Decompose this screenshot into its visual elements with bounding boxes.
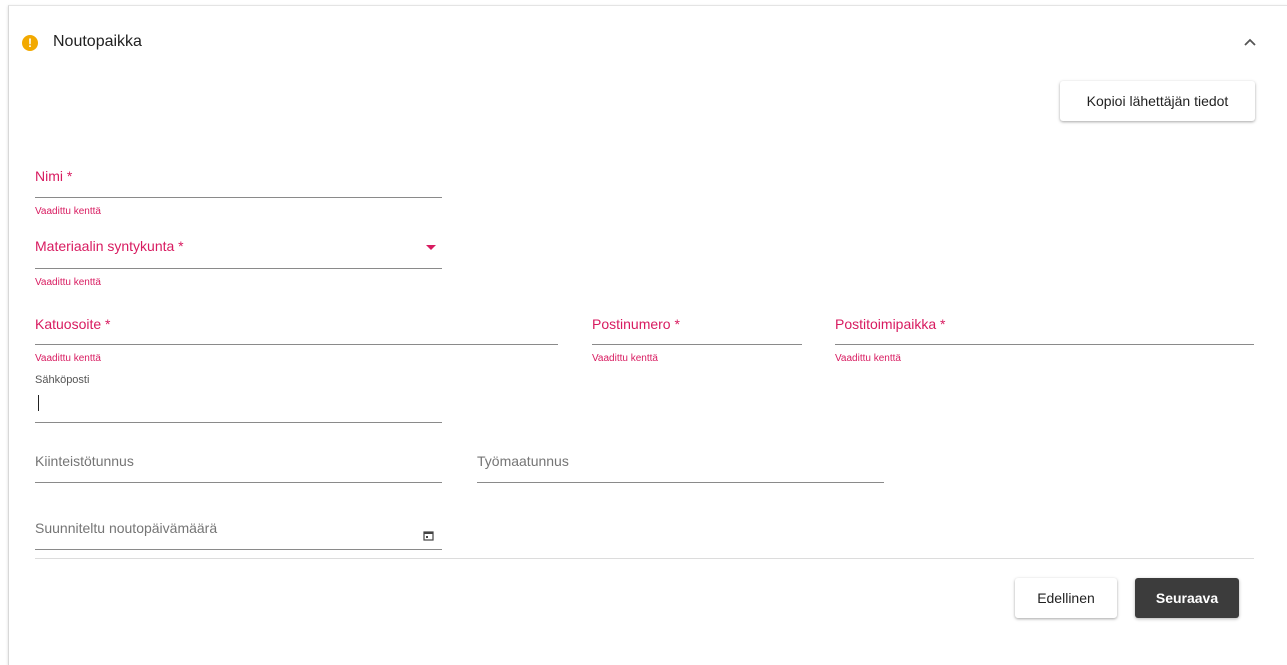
previous-button[interactable]: Edellinen [1015, 578, 1117, 618]
site-id-field[interactable]: Työmaatunnus [477, 443, 884, 487]
post-office-underline [835, 344, 1254, 345]
next-button[interactable]: Seuraava [1135, 578, 1239, 618]
text-cursor [38, 395, 39, 411]
name-helper-text: Vaadittu kenttä [35, 206, 101, 217]
material-origin-helper-text: Vaadittu kenttä [35, 277, 101, 288]
email-field[interactable]: Sähköposti [35, 372, 442, 426]
property-id-field[interactable]: Kiinteistötunnus [35, 443, 442, 487]
street-address-label: Katuosoite * [35, 316, 111, 332]
warning-icon: ! [22, 35, 38, 51]
postal-code-helper-text: Vaadittu kenttä [592, 353, 658, 364]
email-label: Sähköposti [35, 374, 90, 386]
post-office-helper-text: Vaadittu kenttä [835, 353, 901, 364]
street-address-field[interactable]: Katuosoite * Vaadittu kenttä [35, 307, 558, 367]
post-office-field[interactable]: Postitoimipaikka * Vaadittu kenttä [835, 307, 1254, 367]
dropdown-arrow-icon[interactable] [426, 245, 436, 250]
street-address-helper-text: Vaadittu kenttä [35, 353, 101, 364]
planned-date-label: Suunniteltu noutopäivämäärä [35, 520, 218, 536]
material-origin-label: Materiaalin syntykunta * [35, 238, 184, 254]
property-id-underline [35, 482, 442, 483]
chevron-up-icon[interactable] [1236, 30, 1264, 54]
section-title: Noutopaikka [53, 33, 142, 50]
material-origin-underline [35, 268, 442, 269]
copy-sender-info-button[interactable]: Kopioi lähettäjän tiedot [1060, 81, 1255, 121]
postal-code-label: Postinumero * [592, 316, 680, 332]
email-underline [35, 422, 442, 423]
postal-code-underline [592, 344, 802, 345]
planned-date-underline [35, 549, 442, 550]
material-origin-select[interactable]: Materiaalin syntykunta * Vaadittu kenttä [35, 230, 442, 290]
footer-divider [35, 558, 1254, 559]
name-field[interactable]: Nimi * Vaadittu kenttä [35, 160, 442, 220]
site-id-underline [477, 482, 884, 483]
post-office-label: Postitoimipaikka * [835, 316, 946, 332]
name-label: Nimi * [35, 168, 73, 184]
name-underline [35, 197, 442, 198]
site-id-label: Työmaatunnus [477, 453, 569, 469]
planned-date-field[interactable]: Suunniteltu noutopäivämäärä [35, 510, 442, 554]
calendar-icon[interactable] [423, 528, 434, 541]
postal-code-field[interactable]: Postinumero * Vaadittu kenttä [592, 307, 802, 367]
property-id-label: Kiinteistötunnus [35, 453, 134, 469]
street-address-underline [35, 344, 558, 345]
